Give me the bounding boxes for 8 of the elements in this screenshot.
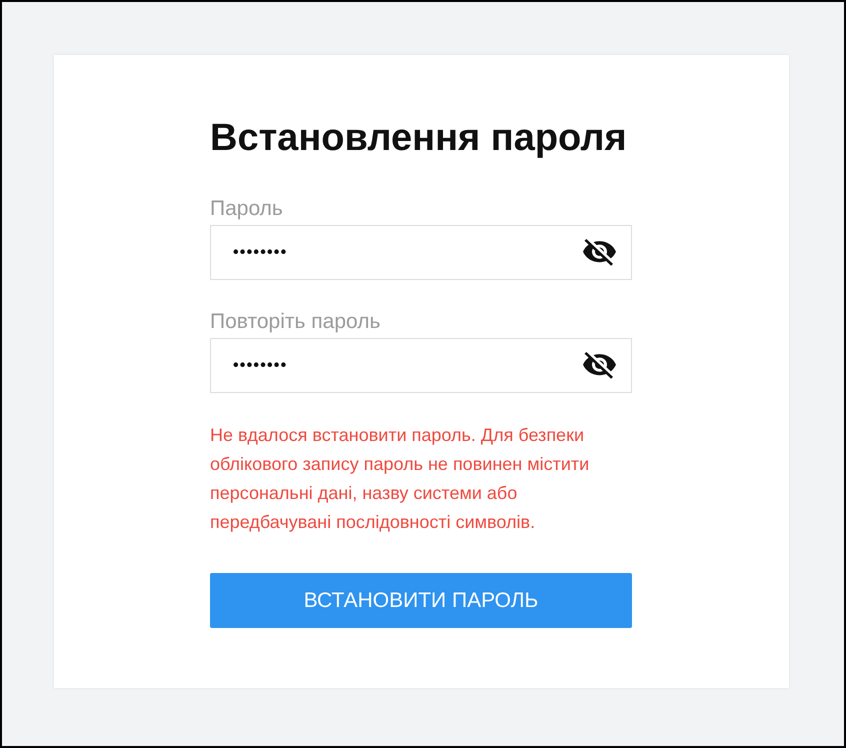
eye-slash-icon[interactable] [583,239,616,266]
eye-slash-icon[interactable] [583,352,616,379]
page-title: Встановлення пароля [210,116,628,161]
error-message: Не вдалося встановити пароль. Для безпеки облікового запису пароль не повинен містити персональні дані, назву системи або передбачувані послідовності символів. [210,424,590,534]
field-label: Повторіть пароль [210,310,382,334]
password-field[interactable]: •••••••• [210,338,632,393]
password-field[interactable]: •••••••• [210,225,632,280]
field-label: Пароль [210,197,284,221]
